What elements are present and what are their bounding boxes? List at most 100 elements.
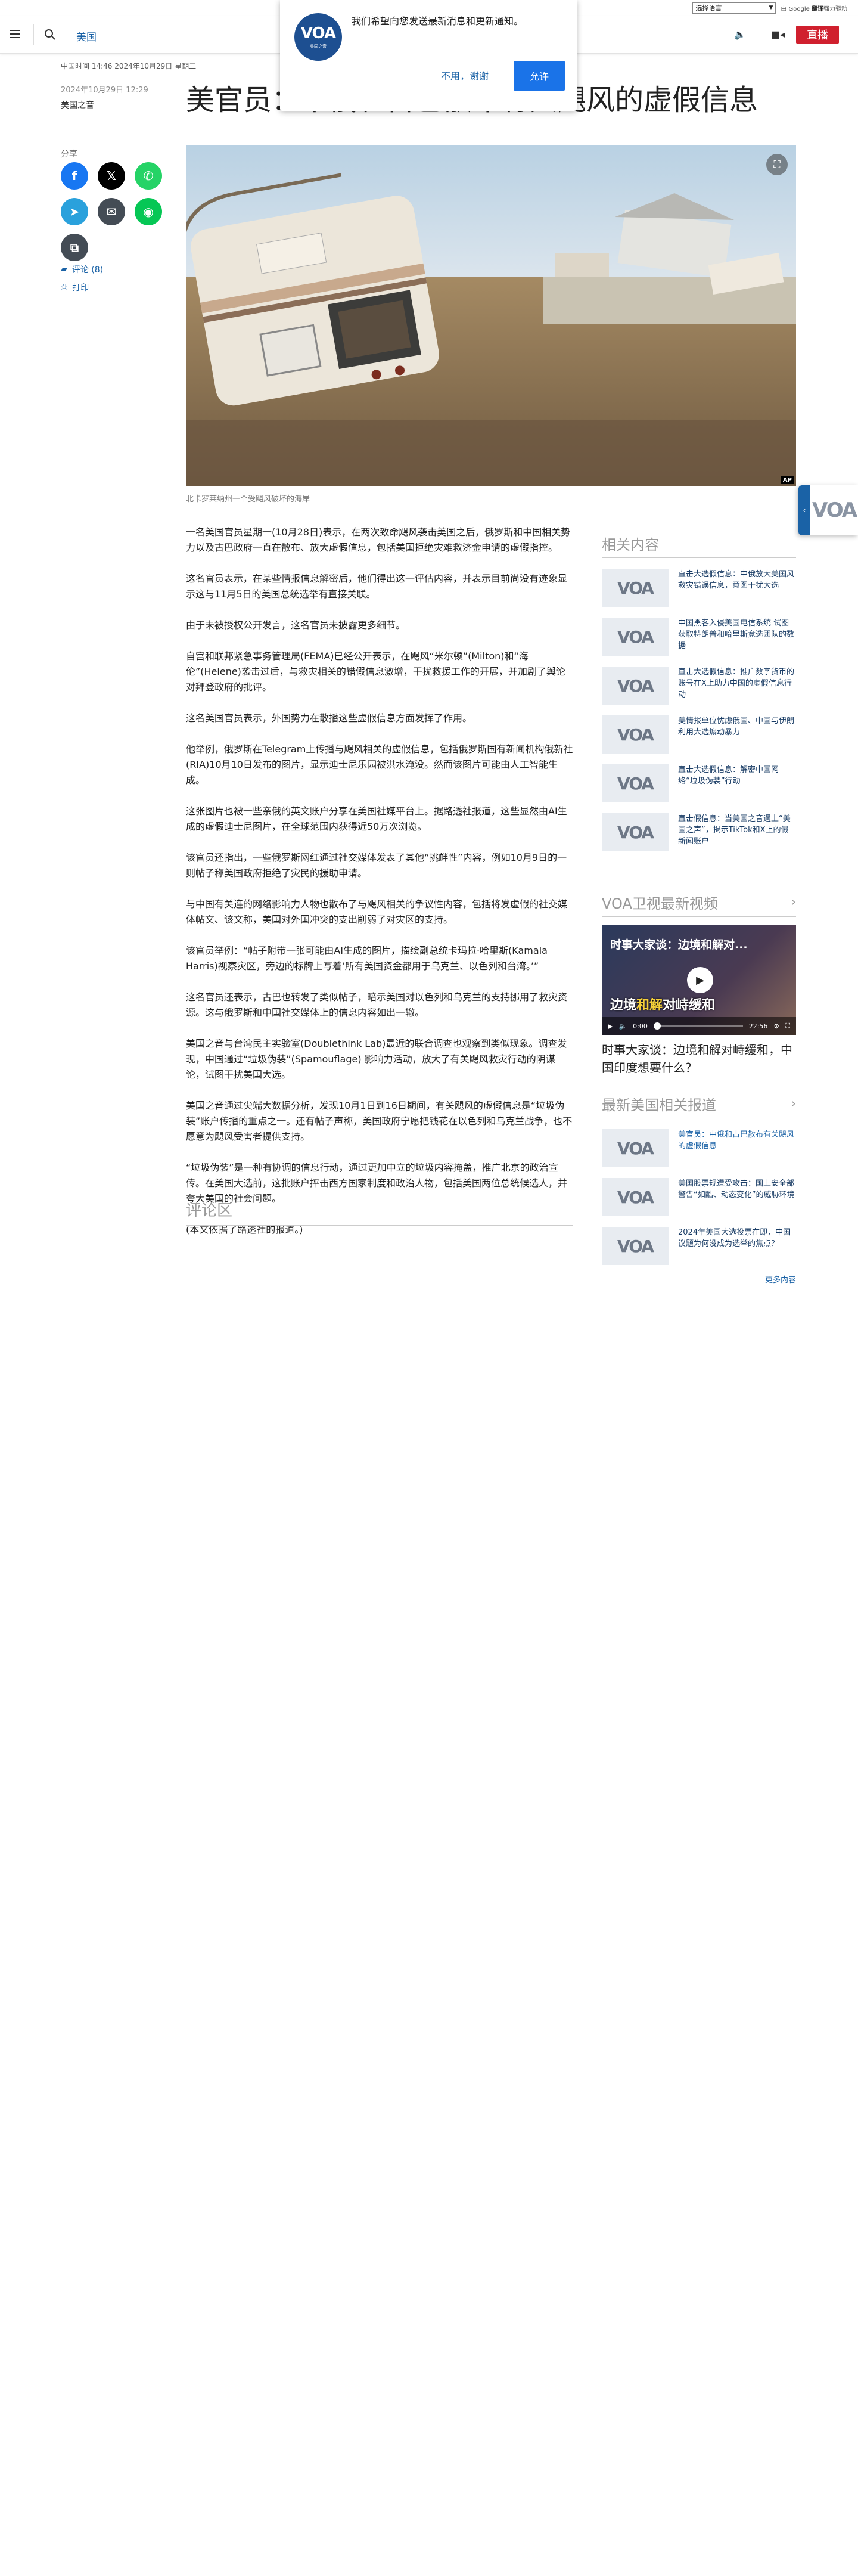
video-overlay-banner: 边境和解对峙缓和 — [610, 994, 715, 1013]
line-share-icon[interactable]: ◉ — [135, 198, 162, 225]
list-item[interactable]: VOA 直击大选假信息：解密中国网络“垃圾伪装”行动 — [602, 764, 796, 802]
settings-gear-icon[interactable]: ⚙ — [773, 1022, 779, 1030]
latest-item-title[interactable]: 美国股票规遭受攻击：国土安全部警告“如酷、动态变化”的威胁环境 — [678, 1178, 796, 1201]
more-content-link[interactable]: 更多内容 — [602, 1273, 796, 1285]
video-progress-bar[interactable] — [653, 1022, 743, 1030]
ap-badge: AP — [781, 476, 794, 484]
comments-link-label: 评论 (8) — [72, 265, 104, 275]
allow-button[interactable]: 允许 — [514, 61, 565, 91]
copy-link-icon[interactable]: ⧉ — [61, 234, 88, 261]
voa-logo-icon: VOA — [617, 1236, 654, 1256]
video-camera-icon[interactable]: ■◂ — [771, 29, 785, 40]
voa-logo-icon: VOA — [617, 724, 654, 745]
whatsapp-share-icon[interactable]: ✆ — [135, 162, 162, 190]
list-item[interactable]: VOA 美官员：中俄和古巴散布有关飓风的虚假信息 — [602, 1129, 796, 1167]
related-title-label: 相关内容 — [602, 537, 659, 553]
list-item[interactable]: VOA 美情报单位忧虑俄国、中国与伊朗利用大选煽动暴力 — [602, 715, 796, 754]
thumbnail: VOA — [602, 715, 669, 754]
comments-link[interactable]: ▰ 评论 (8) — [61, 264, 103, 275]
video-section: VOA卫视最新视频 › 时事大家谈：边境和解对... ▶ 边境和解对峙缓和 ▶ … — [602, 892, 796, 1077]
video-current-time: 0:00 — [633, 1022, 648, 1030]
article-paragraph: 美国之音通过尖端大数据分析，发现10月1日到16日期间，有关飓风的虚假信息是“垃… — [186, 1100, 573, 1142]
related-item-title[interactable]: 直击大选假信息：推广数字货币的账号在X上助力中国的虚假信息行动 — [678, 667, 796, 700]
live-button[interactable]: 直播 — [796, 26, 839, 44]
facebook-share-icon[interactable]: f — [61, 162, 88, 190]
video-banner-highlight: 和解 — [636, 998, 663, 1013]
latest-title[interactable]: 最新美国相关报道 › — [602, 1093, 796, 1118]
author-byline[interactable]: 美国之音 — [61, 99, 94, 111]
x-share-icon[interactable]: 𝕏 — [98, 162, 125, 190]
video-player[interactable]: 时事大家谈：边境和解对... ▶ 边境和解对峙缓和 ▶ 🔈 0:00 22:56… — [602, 925, 796, 1035]
share-label: 分享 — [61, 150, 77, 159]
push-notification-prompt: VOA 美国之音 我们希望向您发送最新消息和更新通知。 不用，谢谢 允许 — [280, 0, 577, 111]
email-share-icon[interactable]: ✉ — [98, 198, 125, 225]
article-body: 一名美国官员星期一(10月28日)表示，在两次致命飓风袭击美国之后，俄罗斯和中国… — [186, 525, 573, 1253]
fullscreen-small-icon[interactable]: ⛶ — [785, 1022, 790, 1030]
gt-prefix: 由 Google — [781, 5, 810, 13]
list-item[interactable]: VOA 直击大选假信息：中俄放大美国风救灾错误信息，意图干扰大选 — [602, 569, 796, 607]
related-item-title[interactable]: 美情报单位忧虑俄国、中国与伊朗利用大选煽动暴力 — [678, 715, 796, 738]
video-section-title[interactable]: VOA卫视最新视频 › — [602, 892, 796, 917]
language-select[interactable]: 选择语言 ▼ — [692, 2, 776, 14]
article-paragraph: 与中国有关连的网络影响力人物也散布了与飓风相关的争议性内容，包括将发虚假的社交媒… — [186, 898, 568, 925]
play-icon[interactable]: ▶ — [687, 967, 713, 993]
chevron-left-icon[interactable]: ‹ — [798, 485, 810, 535]
list-item[interactable]: VOA 直击假信息：当美国之音遇上“美国之声”，揭示TikTok和X上的假新闻账… — [602, 813, 796, 851]
latest-item-title[interactable]: 2024年美国大选投票在即，中国议题为何没成为选举的焦点？ — [678, 1227, 796, 1250]
list-item[interactable]: VOA 2024年美国大选投票在即，中国议题为何没成为选举的焦点？ — [602, 1227, 796, 1265]
video-caption[interactable]: 时事大家谈：边境和解对峙缓和，中国印度想要什么？ — [602, 1041, 796, 1077]
print-link[interactable]: ⎙ 打印 — [61, 281, 89, 293]
telegram-share-icon[interactable]: ➤ — [61, 198, 88, 225]
search-icon[interactable] — [44, 29, 56, 41]
comments-title: 评论区 — [186, 1198, 573, 1226]
language-select-label: 选择语言 — [695, 4, 722, 12]
publish-date: 2024年10月29日 12:29 — [61, 86, 148, 95]
article-paragraph: 一名美国官员星期一(10月28日)表示，在两次致命飓风袭击美国之后，俄罗斯和中国… — [186, 526, 571, 553]
article-paragraph: 这名美国官员表示，外国势力在散播这些虚假信息方面发挥了作用。 — [186, 712, 472, 724]
list-item[interactable]: VOA 中国黑客入侵美国电信系统 试图获取特朗普和哈里斯竞选团队的数据 — [602, 618, 796, 656]
fullscreen-icon[interactable]: ⛶ — [766, 154, 788, 175]
video-scrubber[interactable] — [653, 1022, 661, 1030]
article-paragraph: 这名官员还表示，古巴也转发了类似帖子，暗示美国对以色列和乌克兰的支持挪用了救灾资… — [186, 991, 568, 1018]
chevron-down-icon: ▼ — [769, 5, 773, 11]
hero-image[interactable]: ⛶ AP — [186, 145, 796, 486]
google-translate-credit[interactable]: 由 Google 翻译强力驱动 — [781, 4, 847, 13]
voa-logo-icon: VOA — [617, 578, 654, 598]
voa-logo-icon: VOA — [812, 498, 857, 522]
voa-logo-icon: VOA — [617, 675, 654, 696]
latest-item-title[interactable]: 美官员：中俄和古巴散布有关飓风的虚假信息 — [678, 1129, 796, 1152]
voa-logo-icon: VOA — [617, 773, 654, 793]
thumbnail: VOA — [602, 1129, 669, 1167]
list-item[interactable]: VOA 美国股票规遭受攻击：国土安全部警告“如酷、动态变化”的威胁环境 — [602, 1178, 796, 1216]
article-paragraph: 自宫和联邦紧急事务管理局(FEMA)已经公开表示，在飓风“米尔顿”(Milton… — [186, 650, 565, 693]
audio-icon[interactable]: 🔈 — [734, 29, 746, 40]
section-link[interactable]: 美国 — [76, 29, 97, 44]
latest-us-reports: 最新美国相关报道 › VOA 美官员：中俄和古巴散布有关飓风的虚假信息 VOA … — [602, 1093, 796, 1285]
related-item-title[interactable]: 直击大选假信息：中俄放大美国风救灾错误信息，意图干扰大选 — [678, 569, 796, 591]
image-caption: 北卡罗莱纳州一个受飓风破坏的海岸 — [186, 495, 310, 504]
article-paragraph: 美国之音与台湾民主实验室(Doublethink Lab)最近的联合调查也观察到… — [186, 1038, 567, 1080]
floating-voa-tab[interactable]: ‹ VOA — [798, 485, 858, 535]
article-paragraph: 这张图片也被一些亲俄的英文账户分享在美国社媒平台上。据路透社报道，这些显然由AI… — [186, 805, 567, 832]
print-link-label: 打印 — [72, 283, 89, 293]
article-paragraph: 由于未被授权公开发言，这名官员未披露更多细节。 — [186, 619, 406, 631]
voa-logo-icon: VOA — [617, 1138, 654, 1158]
list-item[interactable]: VOA 直击大选假信息：推广数字货币的账号在X上助力中国的虚假信息行动 — [602, 667, 796, 705]
video-overlay-title: 时事大家谈：边境和解对... — [610, 938, 748, 951]
voa-logo-icon: VOA — [617, 1187, 654, 1207]
hurricane-damage-photo — [186, 145, 796, 486]
play-small-icon[interactable]: ▶ — [608, 1022, 613, 1030]
related-item-title[interactable]: 直击大选假信息：解密中国网络“垃圾伪装”行动 — [678, 764, 796, 787]
video-banner-text: 边境 — [610, 998, 637, 1013]
related-item-title[interactable]: 中国黑客入侵美国电信系统 试图获取特朗普和哈里斯竞选团队的数据 — [678, 618, 796, 652]
current-time: 中国时间 14:46 2024年10月29日 星期二 — [61, 62, 197, 70]
volume-icon[interactable]: 🔈 — [618, 1022, 627, 1030]
related-item-title[interactable]: 直击假信息：当美国之音遇上“美国之声”，揭示TikTok和X上的假新闻账户 — [678, 813, 796, 847]
hamburger-menu-icon[interactable] — [10, 27, 23, 41]
thumbnail: VOA — [602, 667, 669, 705]
thumbnail: VOA — [602, 813, 669, 851]
gt-suffix: 强力驱动 — [823, 5, 847, 13]
decline-button[interactable]: 不用，谢谢 — [441, 68, 489, 82]
article-paragraph: 他举例，俄罗斯在Telegram上传播与飓风相关的虚假信息，包括俄罗斯国有新闻机… — [186, 743, 573, 786]
chevron-right-icon: › — [791, 1096, 796, 1111]
